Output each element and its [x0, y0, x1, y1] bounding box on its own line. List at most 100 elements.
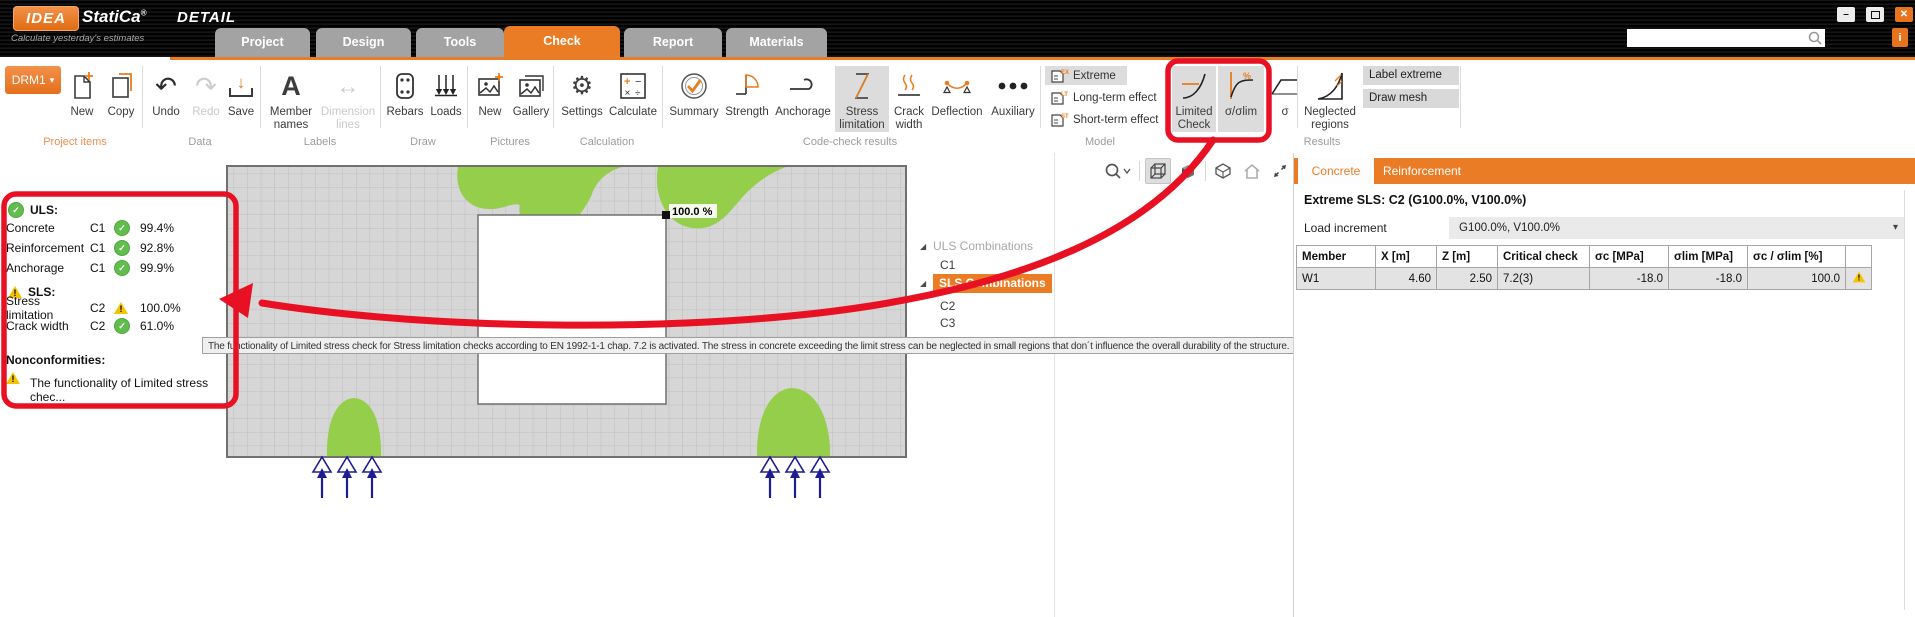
calculate-button[interactable]: +−×÷ Calculate	[606, 66, 660, 132]
wireframe-cube-icon	[1148, 161, 1168, 181]
limited-check-icon	[1179, 66, 1209, 106]
table-row[interactable]: W1 4.60 2.50 7.2(3) -18.0 -18.0 100.0	[1297, 268, 1872, 290]
extreme-result-title: Extreme SLS: C2 (G100.0%, V100.0%)	[1304, 193, 1526, 207]
summary-row-stress-limitation[interactable]: Stress limitationC2 100.0%	[6, 300, 181, 316]
combinations-group-sls[interactable]: ◢ SLS Combinations	[920, 274, 1052, 292]
uls-header: ULS:	[30, 203, 58, 217]
anchorage-button[interactable]: Anchorage	[772, 66, 834, 132]
long-term-effect-toggle[interactable]: LT Long-term effect	[1045, 88, 1162, 107]
gallery-button[interactable]: Gallery	[510, 66, 552, 132]
settings-gear-icon: ⚙	[571, 66, 593, 106]
combination-item-c2[interactable]: C2	[940, 297, 955, 315]
cell-critical-check: 7.2(3)	[1498, 268, 1590, 290]
zoom-button[interactable]	[1102, 160, 1134, 182]
copy-item-button[interactable]: Copy	[100, 66, 142, 132]
clip-view-button[interactable]	[1211, 160, 1235, 182]
check-value: 92.8%	[140, 241, 174, 255]
load-increment-dropdown[interactable]: G100.0%, V100.0%	[1449, 217, 1905, 239]
gallery-icon	[517, 66, 545, 106]
status-ok-icon	[114, 318, 130, 334]
svg-text:%: %	[1243, 71, 1251, 81]
search-box[interactable]	[1627, 29, 1825, 47]
close-button[interactable]: ✕	[1895, 7, 1913, 22]
project-item-selector[interactable]: DRM1	[5, 66, 61, 94]
summary-button[interactable]: Summary	[668, 66, 720, 132]
summary-row-concrete[interactable]: ConcreteC1 99.4%	[6, 220, 174, 236]
tab-concrete[interactable]: Concrete	[1298, 158, 1374, 184]
draw-mesh-toggle[interactable]: Draw mesh	[1363, 89, 1459, 108]
group-divider	[1040, 66, 1041, 128]
info-button[interactable]: i	[1892, 28, 1908, 47]
summary-row-crack-width[interactable]: Crack widthC2 61.0%	[6, 318, 174, 334]
tab-check[interactable]: Check	[504, 26, 620, 60]
check-value: 99.9%	[140, 261, 174, 275]
stress-limitation-button[interactable]: Stresslimitation	[835, 66, 889, 132]
statica-logo-text: StatiCa®	[82, 7, 146, 27]
tab-project[interactable]: Project	[215, 28, 310, 57]
home-view-button[interactable]	[1240, 160, 1264, 182]
info-icon: i	[1898, 32, 1901, 44]
rebars-button[interactable]: Rebars	[384, 66, 426, 132]
sigma-button[interactable]: σ	[1271, 66, 1299, 132]
zoom-icon	[1104, 162, 1122, 180]
deflection-button[interactable]: Deflection	[928, 66, 986, 132]
short-term-effect-toggle[interactable]: ST Short-term effect	[1045, 110, 1163, 129]
member-names-button[interactable]: A Membernames	[264, 66, 318, 132]
status-ok-icon	[114, 260, 130, 276]
zoom-fit-button[interactable]	[1269, 160, 1291, 182]
neglected-regions-button[interactable]: Neglectedregions	[1300, 66, 1360, 132]
svg-text:ST: ST	[1061, 114, 1069, 120]
main-canvas[interactable]: 100.0 %	[0, 153, 1915, 617]
settings-button[interactable]: ⚙ Settings	[558, 66, 606, 132]
structure-viewport[interactable]: 100.0 %	[220, 160, 920, 505]
calculate-icon: +−×÷	[619, 66, 647, 106]
save-icon: ↓	[229, 66, 253, 106]
selected-combination-group: SLS Combinations	[933, 274, 1052, 293]
combination-item-c3[interactable]: C3	[940, 314, 955, 332]
cell-sigma-c: -18.0	[1590, 268, 1669, 290]
redo-icon: ↷	[195, 66, 217, 106]
col-member: Member	[1297, 246, 1376, 268]
new-item-button[interactable]: New	[62, 66, 102, 132]
combinations-group-uls[interactable]: ◢ ULS Combinations	[920, 237, 1033, 255]
scrollbar-track[interactable]	[1904, 190, 1905, 610]
status-ok-icon	[114, 220, 130, 236]
solid-view-button[interactable]	[1176, 159, 1200, 183]
sigma-over-sigma-lim-button[interactable]: % σ/σlim	[1218, 66, 1264, 132]
new-picture-button[interactable]: New	[472, 66, 508, 132]
wireframe-view-button[interactable]	[1145, 158, 1171, 184]
summary-row-reinforcement[interactable]: ReinforcementC1 92.8%	[6, 240, 174, 256]
rebars-icon	[393, 66, 417, 106]
expander-icon: ◢	[920, 279, 933, 288]
minimize-button[interactable]: –	[1837, 7, 1855, 22]
extreme-toggle[interactable]: EX Extreme	[1045, 66, 1127, 85]
reaction-arrow-heads	[317, 468, 825, 478]
limited-check-button[interactable]: LimitedCheck	[1172, 66, 1216, 132]
combination-item-c1[interactable]: C1	[940, 256, 955, 274]
undo-button[interactable]: ↶ Undo	[146, 66, 186, 132]
auxiliary-button[interactable]: Auxiliary	[988, 66, 1038, 132]
svg-text:×: ×	[625, 88, 631, 99]
col-sigma-lim: σlim [MPa]	[1669, 246, 1748, 268]
tab-tools[interactable]: Tools	[416, 28, 504, 57]
label-extreme-toggle[interactable]: Label extreme	[1363, 66, 1459, 85]
strength-button[interactable]: Strength	[722, 66, 772, 132]
crack-width-button[interactable]: Crackwidth	[890, 66, 928, 132]
new-picture-icon	[476, 66, 504, 106]
extreme-point-marker	[662, 211, 670, 219]
save-button[interactable]: ↓ Save	[222, 66, 260, 132]
reaction-arrow-shafts	[322, 476, 820, 498]
stress-limitation-icon	[851, 66, 873, 106]
tab-materials[interactable]: Materials	[726, 28, 827, 57]
summary-row-anchorage[interactable]: AnchorageC1 99.9%	[6, 260, 174, 276]
nonconformity-text[interactable]: The functionality of Limited stress chec…	[30, 382, 236, 398]
loads-button[interactable]: Loads	[428, 66, 464, 132]
tab-reinforcement[interactable]: Reinforcement	[1374, 158, 1470, 184]
col-critical-check: Critical check	[1498, 246, 1590, 268]
table-header-row: Member X [m] Z [m] Critical check σc [MP…	[1297, 246, 1872, 268]
search-input[interactable]	[1627, 31, 1807, 45]
maximize-button[interactable]	[1866, 7, 1884, 22]
tab-design[interactable]: Design	[316, 28, 411, 57]
tab-report[interactable]: Report	[624, 28, 722, 57]
idea-logo: IDEA	[13, 6, 79, 31]
